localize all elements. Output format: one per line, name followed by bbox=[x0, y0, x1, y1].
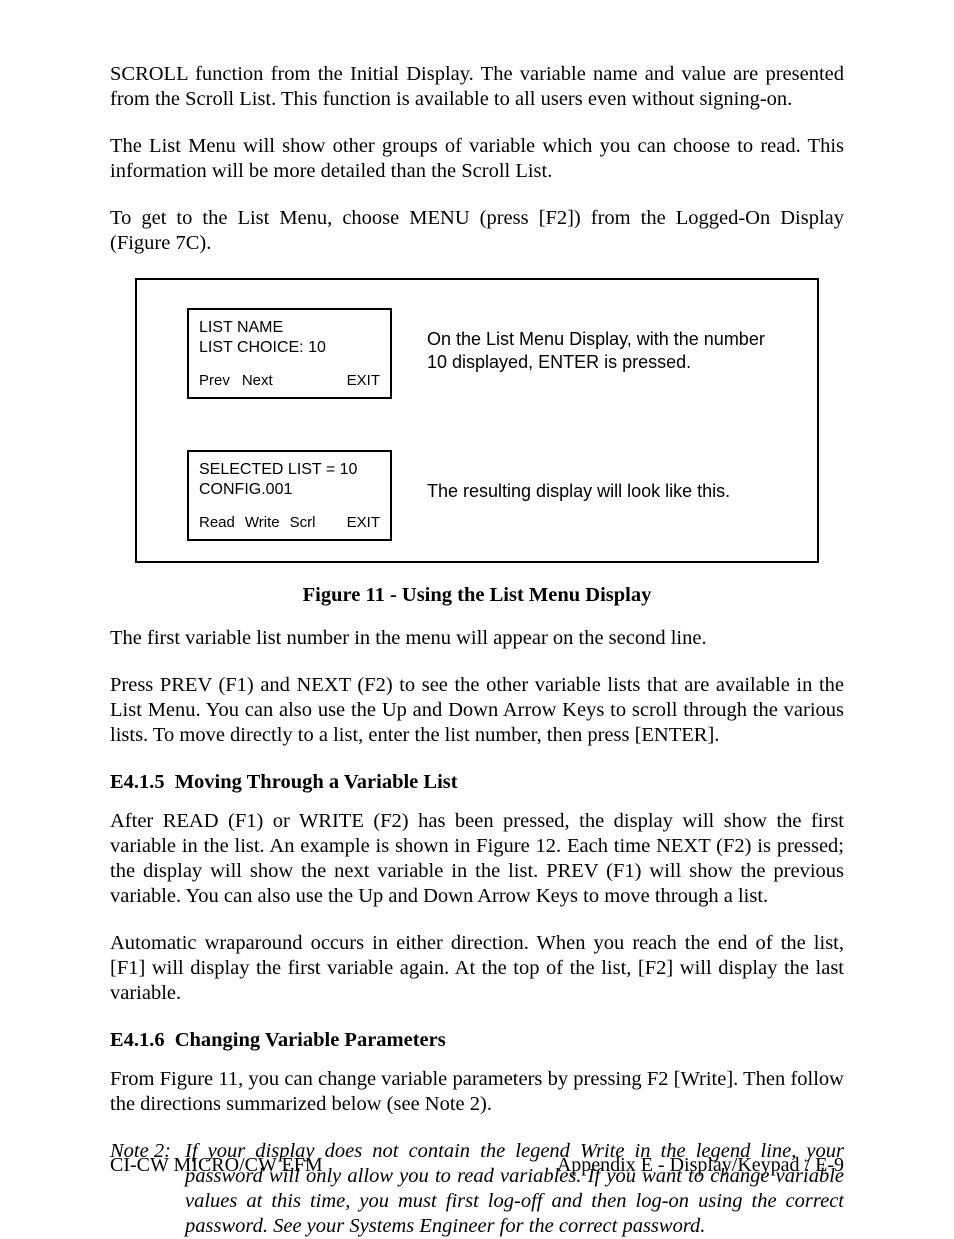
paragraph: To get to the List Menu, choose MENU (pr… bbox=[110, 206, 844, 256]
footer-left: CI-CW MICRO/CW EFM bbox=[110, 1153, 323, 1177]
lcd-line: SELECTED LIST = 10 bbox=[199, 460, 380, 480]
figure-annotation: The resulting display will look like thi… bbox=[427, 480, 787, 503]
softkey-prev: Prev bbox=[199, 372, 230, 391]
paragraph: Press PREV (F1) and NEXT (F2) to see the… bbox=[110, 673, 844, 748]
document-page: SCROLL function from the Initial Display… bbox=[0, 0, 954, 1235]
figure-box: LIST NAME LIST CHOICE: 10 Prev Next EXIT… bbox=[135, 278, 819, 563]
figure-caption: Figure 11 - Using the List Menu Display bbox=[110, 583, 844, 608]
page-footer: CI-CW MICRO/CW EFM Appendix E - Display/… bbox=[110, 1153, 844, 1177]
section-number: E4.1.6 bbox=[110, 1029, 165, 1051]
section-title: Moving Through a Variable List bbox=[175, 771, 458, 793]
softkey-read: Read bbox=[199, 514, 235, 533]
lcd-line: LIST CHOICE: 10 bbox=[199, 338, 380, 358]
softkey-write: Write bbox=[245, 514, 280, 533]
paragraph: The List Menu will show other groups of … bbox=[110, 134, 844, 184]
section-heading: E4.1.6 Changing Variable Parameters bbox=[110, 1028, 844, 1053]
softkey-exit: EXIT bbox=[347, 372, 380, 391]
section-number: E4.1.5 bbox=[110, 771, 165, 793]
figure-annotation: On the List Menu Display, with the numbe… bbox=[427, 328, 787, 373]
paragraph: The first variable list number in the me… bbox=[110, 626, 844, 651]
softkey-scrl: Scrl bbox=[290, 514, 316, 533]
paragraph: After READ (F1) or WRITE (F2) has been p… bbox=[110, 809, 844, 909]
paragraph: SCROLL function from the Initial Display… bbox=[110, 62, 844, 112]
section-title: Changing Variable Parameters bbox=[175, 1029, 446, 1051]
paragraph: Automatic wraparound occurs in either di… bbox=[110, 931, 844, 1006]
footer-right: Appendix E - Display/Keypad / E-9 bbox=[557, 1153, 844, 1177]
section-heading: E4.1.5 Moving Through a Variable List bbox=[110, 770, 844, 795]
lcd-line: CONFIG.001 bbox=[199, 480, 380, 500]
lcd-screen-2: SELECTED LIST = 10 CONFIG.001 Read Write… bbox=[187, 450, 392, 541]
lcd-screen-1: LIST NAME LIST CHOICE: 10 Prev Next EXIT bbox=[187, 308, 392, 399]
softkey-exit: EXIT bbox=[347, 514, 380, 533]
softkey-next: Next bbox=[242, 372, 273, 391]
lcd-line: LIST NAME bbox=[199, 318, 380, 338]
paragraph: From Figure 11, you can change variable … bbox=[110, 1067, 844, 1117]
